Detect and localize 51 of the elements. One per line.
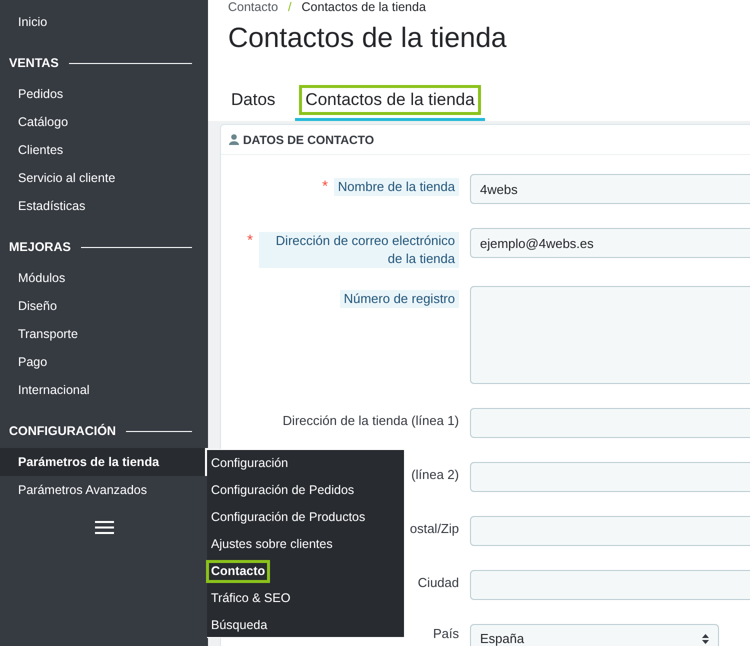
page-title: Contactos de la tienda (228, 21, 508, 55)
field-label: (línea 2) (411, 466, 459, 484)
sidebar-item[interactable]: Parámetros Avanzados (0, 476, 208, 504)
sort-arrows-icon (702, 634, 709, 644)
input-field[interactable]: ejemplo@4webs.es (470, 228, 750, 258)
input-field[interactable] (470, 408, 750, 438)
field-label: Nombre de la tienda (334, 178, 459, 196)
menu-item[interactable]: Configuración de Pedidos (211, 482, 354, 499)
input-field[interactable] (470, 462, 750, 492)
field-label: País (432, 625, 459, 643)
sidebar-item[interactable]: Catálogo (0, 108, 208, 136)
menu-item[interactable]: Búsqueda (211, 617, 268, 634)
input-field[interactable] (470, 570, 750, 600)
sidebar-item[interactable]: Servicio al cliente (0, 164, 208, 192)
field-label: Ciudad (418, 574, 459, 592)
menu-item[interactable]: Contacto (209, 563, 268, 580)
sidebar-item[interactable]: Diseño (0, 292, 208, 320)
section-heading: CONFIGURACIÓN (9, 422, 116, 440)
section-heading: MEJORAS (9, 238, 71, 256)
tab[interactable]: Datos (228, 88, 286, 121)
user-icon (229, 134, 239, 145)
text-area[interactable] (470, 286, 750, 384)
field-label: Dirección de correo electrónico de la tienda (259, 232, 459, 268)
menu-icon[interactable] (94, 521, 114, 534)
menu-item[interactable]: Tráfico & SEO (211, 590, 290, 607)
sidebar-item[interactable]: Pago (0, 348, 208, 376)
field-label: Número de registro (340, 290, 459, 308)
sidebar-item[interactable]: Estadísticas (0, 192, 208, 220)
menu-item[interactable]: Ajustes sobre clientes (211, 536, 333, 553)
menu-item[interactable]: Configuración (211, 455, 288, 472)
tab[interactable]: Contactos de la tienda (295, 88, 485, 121)
sidebar-item[interactable]: Parámetros de la tienda (0, 448, 208, 476)
required-mark: * (322, 178, 328, 195)
panel-title: DATOS DE CONTACTO (243, 132, 374, 148)
section-heading: VENTAS (9, 54, 59, 72)
sidebar-item[interactable]: Pedidos (0, 80, 208, 108)
sidebar-item[interactable]: Internacional (0, 376, 208, 404)
field-label: Dirección de la tienda (línea 1) (282, 412, 459, 430)
breadcrumb-separator: / (288, 0, 292, 16)
sidebar-item[interactable]: Módulos (0, 264, 208, 292)
select-field[interactable]: España (470, 624, 719, 646)
input-field[interactable]: 4webs (470, 174, 750, 204)
sidebar-item[interactable]: Clientes (0, 136, 208, 164)
breadcrumb-current: Contactos de la tienda (302, 0, 426, 16)
required-mark: * (247, 232, 253, 249)
breadcrumb-link[interactable]: Contacto (228, 0, 278, 17)
field-label: ostal/Zip (410, 520, 459, 538)
sidebar-item[interactable]: Inicio (0, 8, 208, 36)
input-field[interactable] (470, 516, 750, 546)
menu-item[interactable]: Configuración de Productos (211, 509, 366, 526)
sidebar-item[interactable]: Transporte (0, 320, 208, 348)
